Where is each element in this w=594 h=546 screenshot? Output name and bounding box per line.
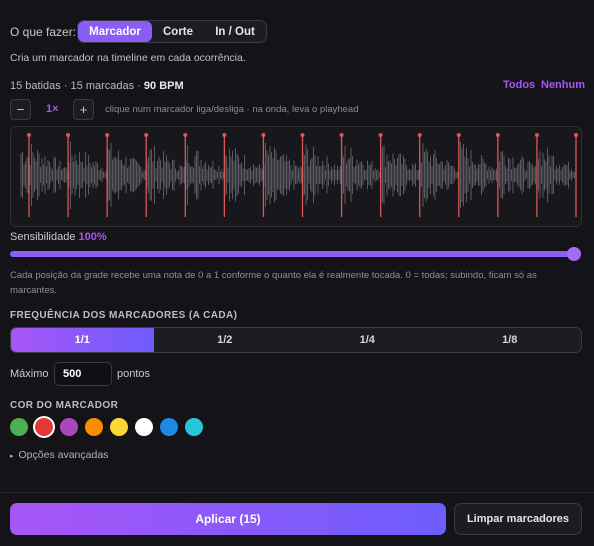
waveform[interactable] [11, 127, 583, 228]
beat-marker[interactable] [144, 133, 149, 217]
minus-icon: − [16, 102, 25, 117]
mode-label: O que fazer: [10, 25, 77, 39]
color-swatch-white[interactable] [135, 418, 153, 436]
sensitivity-value: 100% [78, 231, 107, 243]
color-swatch-purple[interactable] [60, 418, 78, 436]
beat-marker[interactable] [183, 133, 188, 217]
color-swatch-blue[interactable] [160, 418, 178, 436]
maximum-label: Máximo [10, 368, 49, 380]
maximum-unit: pontos [117, 368, 151, 380]
frequency-option-1-1[interactable]: 1/1 [11, 328, 154, 352]
beat-marker[interactable] [105, 133, 110, 217]
select-none-link[interactable]: Nenhum [541, 79, 585, 91]
select-all-link[interactable]: Todos [503, 79, 535, 91]
mode-option-in-out[interactable]: In / Out [204, 21, 266, 42]
frequency-option-1-8[interactable]: 1/8 [439, 328, 582, 352]
bpm-value: 90 BPM [143, 80, 184, 92]
mode-selector: Marcador Corte In / Out [77, 20, 267, 43]
waveform-panel[interactable] [10, 126, 582, 227]
frequency-option-1-2[interactable]: 1/2 [154, 328, 297, 352]
sensitivity-slider-track[interactable] [10, 251, 576, 257]
sensitivity-slider-thumb[interactable] [567, 247, 581, 261]
sensitivity-description: Cada posição da grade recebe uma nota de… [10, 270, 537, 296]
mode-option-marcador[interactable]: Marcador [78, 21, 152, 42]
beat-counts: 15 batidas · 15 marcadas · [10, 80, 144, 92]
color-swatch-cyan[interactable] [185, 418, 203, 436]
apply-button[interactable]: Aplicar (15) [10, 503, 446, 535]
color-title: COR DO MARCADOR [10, 400, 119, 411]
footer-divider [0, 492, 594, 493]
color-swatch-yellow[interactable] [110, 418, 128, 436]
mode-description: Cria um marcador na timeline em cada oco… [10, 52, 246, 64]
zoom-level: 1× [46, 103, 59, 115]
advanced-options-toggle[interactable]: ▸ Opções avançadas [10, 449, 108, 461]
color-swatch-red[interactable] [35, 418, 53, 436]
clear-markers-button[interactable]: Limpar marcadores [454, 503, 582, 535]
zoom-out-button[interactable]: − [10, 99, 31, 120]
beat-stats: 15 batidas · 15 marcadas · 90 BPM [10, 80, 184, 92]
sensitivity-title: Sensibilidade [10, 231, 76, 243]
advanced-options-label: Opções avançadas [18, 449, 109, 461]
beat-marker[interactable] [222, 133, 227, 217]
frequency-selector: 1/1 1/2 1/4 1/8 [10, 327, 582, 353]
color-swatch-orange[interactable] [85, 418, 103, 436]
maximum-input[interactable] [54, 362, 112, 386]
frequency-option-1-4[interactable]: 1/4 [296, 328, 439, 352]
frequency-title: FREQUÊNCIA DOS MARCADORES (A CADA) [10, 310, 238, 321]
plus-icon: + [79, 102, 88, 117]
color-swatch-green[interactable] [10, 418, 28, 436]
sensitivity-label: Sensibilidade 100% [10, 231, 107, 243]
waveform-hint: clique num marcador liga/desliga · na on… [105, 104, 359, 115]
zoom-in-button[interactable]: + [73, 99, 94, 120]
mode-option-corte[interactable]: Corte [152, 21, 204, 42]
caret-right-icon: ▸ [10, 453, 14, 460]
